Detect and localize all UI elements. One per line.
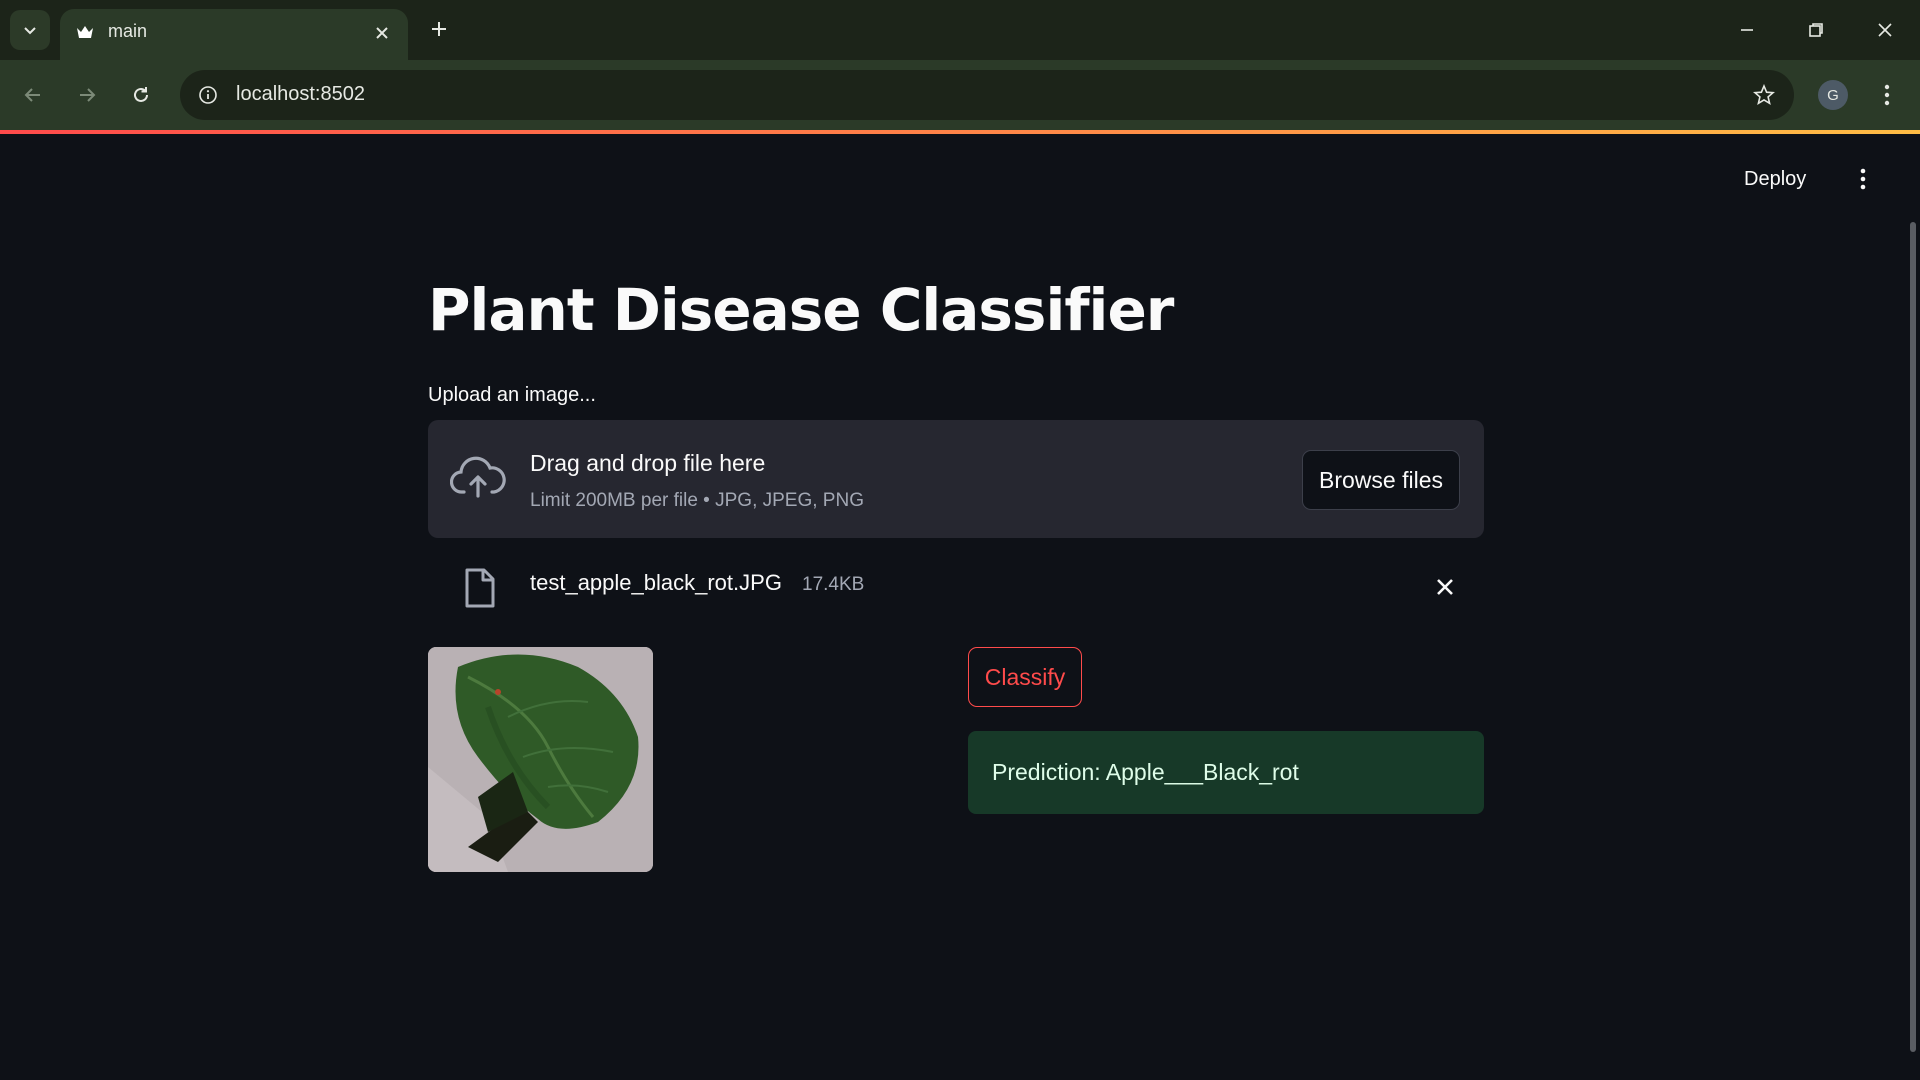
cloud-upload-icon xyxy=(450,456,506,498)
browser-menu-button[interactable] xyxy=(1870,78,1904,112)
prediction-text: Prediction: Apple___Black_rot xyxy=(992,759,1299,785)
forward-button[interactable] xyxy=(68,76,106,114)
restore-icon xyxy=(1809,23,1823,37)
page-title: Plant Disease Classifier xyxy=(428,276,1174,344)
classify-button[interactable]: Classify xyxy=(968,647,1082,707)
back-button[interactable] xyxy=(14,76,52,114)
close-icon xyxy=(376,27,388,39)
reload-button[interactable] xyxy=(122,76,160,114)
tab-close-button[interactable] xyxy=(370,21,394,45)
bookmark-button[interactable] xyxy=(1750,81,1778,109)
file-size: 17.4KB xyxy=(802,574,865,595)
file-name: test_apple_black_rot.JPG xyxy=(530,570,782,595)
back-icon xyxy=(24,88,40,102)
window-close-button[interactable] xyxy=(1860,10,1910,50)
uploaded-file-row: test_apple_black_rot.JPG 17.4KB xyxy=(428,554,1484,614)
url-text[interactable]: localhost:8502 xyxy=(236,83,365,106)
site-info-button[interactable] xyxy=(194,81,222,109)
plus-icon xyxy=(432,22,446,36)
minimize-button[interactable] xyxy=(1722,10,1772,50)
prediction-alert: Prediction: Apple___Black_rot xyxy=(968,731,1484,814)
browse-files-button[interactable]: Browse files xyxy=(1302,450,1460,510)
reload-icon xyxy=(134,87,148,102)
tab-title: main xyxy=(108,21,148,41)
minimize-icon xyxy=(1741,29,1753,31)
browser-tabstrip: main xyxy=(0,0,1920,60)
page-scrollbar[interactable] xyxy=(1910,222,1916,1052)
star-icon xyxy=(1753,84,1775,105)
new-tab-button[interactable] xyxy=(424,14,454,44)
more-vert-icon xyxy=(1884,84,1890,106)
address-bar[interactable]: localhost:8502 xyxy=(180,70,1794,120)
file-dropzone[interactable]: Drag and drop file here Limit 200MB per … xyxy=(428,420,1484,538)
browser-toolbar: localhost:8502 G xyxy=(0,60,1920,130)
profile-avatar[interactable]: G xyxy=(1818,80,1848,110)
file-icon xyxy=(465,568,495,608)
dropzone-title: Drag and drop file here xyxy=(530,450,766,476)
uploaded-leaf-image xyxy=(428,647,653,872)
leaf-picture xyxy=(428,647,653,872)
dropzone-limit: Limit 200MB per file • JPG, JPEG, PNG xyxy=(530,490,864,511)
browser-tab[interactable]: main xyxy=(60,9,408,60)
favicon-icon xyxy=(77,26,93,38)
remove-file-button[interactable] xyxy=(1430,572,1460,602)
tab-search-button[interactable] xyxy=(10,10,50,50)
upload-label: Upload an image... xyxy=(428,384,596,406)
forward-icon xyxy=(80,88,96,102)
info-icon xyxy=(199,86,217,104)
chevron-down-icon xyxy=(24,27,36,35)
more-vert-icon xyxy=(1860,168,1866,190)
deploy-button[interactable]: Deploy xyxy=(1744,168,1806,191)
restore-button[interactable] xyxy=(1791,10,1841,50)
app-main: Deploy Plant Disease Classifier Upload a… xyxy=(0,134,1920,1080)
app-menu-button[interactable] xyxy=(1848,164,1878,194)
window-close-icon xyxy=(1878,23,1892,37)
close-icon xyxy=(1437,579,1453,595)
